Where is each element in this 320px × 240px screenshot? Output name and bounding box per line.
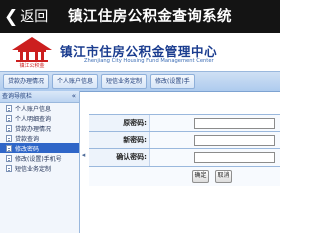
sidebar-item-label: 个人明细查询: [15, 115, 52, 123]
document-icon: [6, 134, 12, 142]
confirm-password-field[interactable]: [194, 152, 275, 163]
confirm-button[interactable]: 确定: [192, 170, 209, 183]
sidebar-item-label: 短信业务定制: [15, 165, 52, 173]
document-icon: [6, 164, 12, 172]
tab-change-phone[interactable]: 修改(设置)手: [150, 74, 195, 89]
logo-caption: 镇江公积金: [19, 63, 45, 69]
document-icon: [6, 144, 12, 152]
sidebar-item-label: 修改密码: [15, 145, 40, 153]
document-icon: [6, 114, 12, 122]
org-name-en: Zhenjiang City Housing Fund Management C…: [84, 58, 214, 64]
sidebar-item-label: 修改(设置)手机号: [15, 155, 62, 163]
sidebar-item-change-password[interactable]: 修改密码: [0, 143, 79, 153]
back-button[interactable]: ❮ 返回: [4, 6, 48, 28]
sidebar-item-label: 贷款查询: [15, 135, 40, 143]
collapse-icon[interactable]: «: [72, 91, 76, 102]
sidebar-item-loan-status[interactable]: 贷款办理情况: [0, 123, 79, 133]
sidebar-header: 查询导航栏 «: [0, 91, 79, 103]
chevron-left-icon: ❮: [4, 7, 19, 27]
tab-loan-status[interactable]: 贷款办理情况: [3, 74, 50, 89]
new-password-field[interactable]: [194, 135, 275, 146]
change-password-form: 原密码: 新密码: 确认密码: 确定 取消: [89, 114, 280, 233]
old-password-field[interactable]: [194, 118, 275, 129]
confirm-password-row: 确认密码:: [89, 148, 280, 166]
cancel-button[interactable]: 取消: [215, 170, 232, 183]
form-button-row: 确定 取消: [89, 166, 280, 186]
new-password-label: 新密码:: [89, 132, 150, 149]
old-password-label: 原密码:: [89, 115, 150, 132]
tab-sms-service[interactable]: 短信业务定制: [101, 74, 148, 89]
top-tab-bar: 贷款办理情况 个人账户信息 短信业务定制 修改(设置)手: [0, 71, 280, 92]
sidebar-item-account-info[interactable]: 个人账户信息: [0, 103, 79, 113]
sidebar-item-detail-query[interactable]: 个人明细查询: [0, 113, 79, 123]
scroll-left-arrow-icon[interactable]: ◂: [80, 150, 87, 160]
document-icon: [6, 124, 12, 132]
sidebar-header-label: 查询导航栏: [2, 93, 33, 100]
sidebar-item-label: 个人账户信息: [15, 105, 52, 113]
app-title: 镇江住房公积金查询系统: [68, 9, 232, 25]
logo-emblem-icon: [12, 37, 52, 62]
sidebar-item-sms-service[interactable]: 短信业务定制: [0, 163, 79, 173]
sidebar-item-change-phone[interactable]: 修改(设置)手机号: [0, 153, 79, 163]
new-password-row: 新密码:: [89, 131, 280, 149]
site-banner: 镇江公积金 镇江市住房公积金管理中心 Zhenjiang City Housin…: [0, 33, 280, 71]
fund-logo: 镇江公积金: [6, 35, 58, 69]
document-icon: [6, 104, 12, 112]
app-top-bar: ❮ 返回 镇江住房公积金查询系统: [0, 0, 280, 33]
sidebar-item-loan-query[interactable]: 贷款查询: [0, 133, 79, 143]
confirm-password-label: 确认密码:: [89, 149, 150, 166]
query-sidebar: 查询导航栏 « 个人账户信息 个人明细查询 贷款办理情况 贷款查询 修改密码 修…: [0, 91, 80, 233]
tab-account-info[interactable]: 个人账户信息: [52, 74, 99, 89]
document-icon: [6, 154, 12, 162]
old-password-row: 原密码:: [89, 114, 280, 132]
sidebar-item-label: 贷款办理情况: [15, 125, 52, 133]
back-label: 返回: [20, 9, 49, 25]
